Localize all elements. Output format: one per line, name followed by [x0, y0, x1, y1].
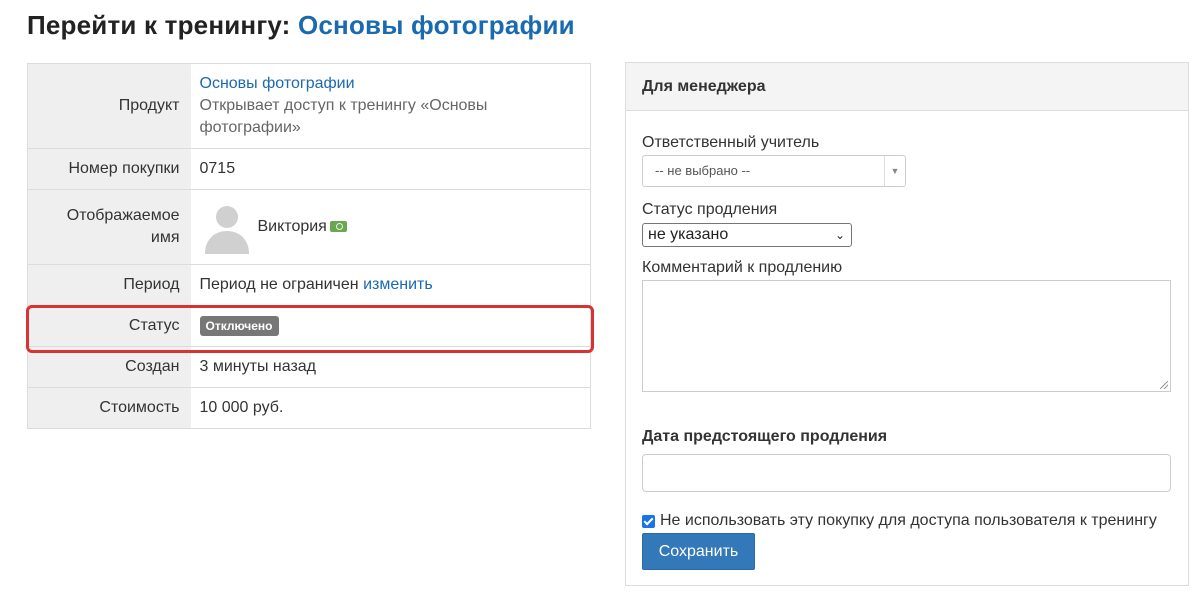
table-row: Продукт Основы фотографии Открывает дост… [27, 63, 591, 149]
table-row: Стоимость 10 000 руб. [27, 387, 591, 429]
purchase-number-value: 0715 [190, 148, 591, 190]
display-name-label: Отображаемое имя [27, 189, 191, 265]
cost-value: 10 000 руб. [190, 387, 591, 429]
status-cell: Отключено [190, 305, 591, 347]
table-row: Отображаемое имя Виктория [27, 189, 591, 265]
user-name-link[interactable]: Виктория [258, 218, 327, 236]
training-link[interactable]: Основы фотографии [298, 10, 575, 40]
product-cell: Основы фотографии Открывает доступ к тре… [191, 64, 591, 149]
chevron-down-icon: ⌄ [834, 228, 845, 242]
product-label: Продукт [27, 63, 191, 149]
table-row: Создан 3 минуты назад [27, 346, 591, 388]
renewal-status-label: Статус продления [642, 201, 778, 218]
money-icon [329, 220, 347, 232]
purchase-number-label: Номер покупки [27, 148, 191, 190]
teacher-select-value: -- не выбрано -- [655, 163, 751, 178]
save-button[interactable]: Сохранить [642, 533, 755, 570]
renewal-date-label: Дата предстоящего продления [642, 428, 888, 445]
teacher-select[interactable]: -- не выбрано -- ▼ [642, 155, 906, 187]
created-value: 3 минуты назад [190, 346, 591, 388]
status-label: Статус [27, 305, 191, 347]
manager-panel: Для менеджера Ответственный учитель -- н… [625, 62, 1189, 586]
table-row: Период Период не ограничен изменить [27, 264, 591, 306]
table-row: Статус Отключено [27, 305, 591, 347]
product-link[interactable]: Основы фотографии [200, 75, 355, 92]
disable-access-option[interactable]: Не использовать эту покупку для доступа … [642, 512, 1157, 530]
page-title-prefix: Перейти к тренингу: [27, 10, 291, 40]
table-row: Номер покупки 0715 [27, 148, 591, 190]
teacher-label: Ответственный учитель [642, 134, 820, 151]
renewal-date-input[interactable] [642, 454, 1171, 492]
purchase-details-table: Продукт Основы фотографии Открывает дост… [27, 63, 591, 429]
period-change-link[interactable]: изменить [363, 276, 433, 293]
comment-textarea[interactable] [642, 280, 1171, 392]
status-badge: Отключено [199, 316, 279, 336]
resize-grip-icon[interactable] [1160, 381, 1168, 389]
manager-panel-title: Для менеджера [626, 63, 1188, 111]
created-label: Создан [27, 346, 191, 388]
comment-label: Комментарий к продлению [642, 259, 843, 276]
cost-label: Стоимость [27, 387, 191, 429]
page-title: Перейти к тренингу: Основы фотографии [27, 10, 575, 41]
disable-access-checkbox[interactable] [642, 514, 655, 528]
product-description: Открывает доступ к тренингу «Основы фото… [199, 97, 488, 136]
avatar[interactable] [200, 200, 254, 254]
period-label: Период [27, 264, 191, 306]
renewal-status-select[interactable]: не указано ⌄ [642, 223, 852, 247]
display-name-cell: Виктория [190, 189, 591, 265]
renewal-status-value: не указано [648, 226, 729, 243]
period-cell: Период не ограничен изменить [190, 264, 591, 306]
period-text: Период не ограничен [199, 276, 359, 293]
triangle-down-icon[interactable]: ▼ [884, 156, 905, 186]
disable-access-label[interactable]: Не использовать эту покупку для доступа … [660, 512, 1157, 530]
